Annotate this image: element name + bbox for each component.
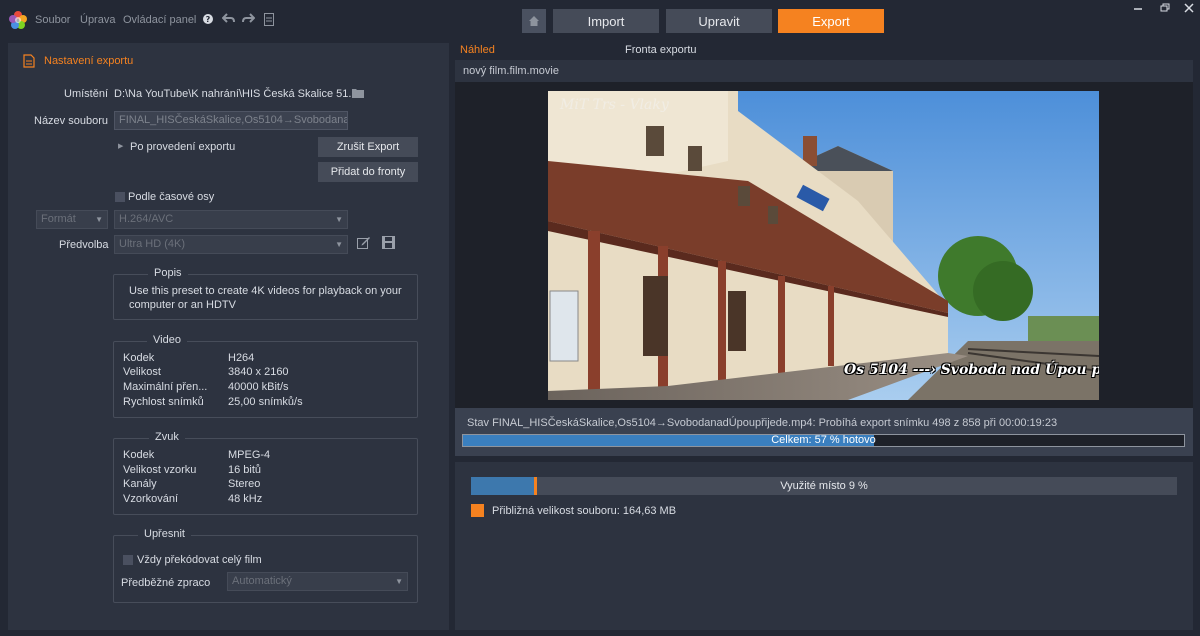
video-value: 25,00 snímků/s xyxy=(228,396,303,408)
preset-dropdown[interactable]: Ultra HD (4K) ▼ xyxy=(114,235,348,254)
minimize-icon[interactable] xyxy=(1133,3,1143,16)
refine-title: Upřesnit xyxy=(138,528,191,540)
location-label: Umístění xyxy=(64,88,109,100)
prerender-value: Automatický xyxy=(232,575,292,587)
audio-value: MPEG-4 xyxy=(228,449,271,461)
audio-value: 48 kHz xyxy=(228,493,263,505)
progress-label: Celkem: 57 % hotovo xyxy=(771,434,876,446)
video-key: Kodek xyxy=(123,352,155,364)
preview-frame: MiT Trs - Vlaky Os 5104 ---› Svoboda nad… xyxy=(548,91,1099,400)
file-size-label: Přibližná velikost souboru: 164,63 MB xyxy=(492,505,677,517)
tab-bar: Náhled Fronta exportu xyxy=(455,43,1193,59)
video-value: H264 xyxy=(228,352,255,364)
cancel-export-button[interactable]: Zrušit Export xyxy=(318,137,418,157)
add-to-queue-button[interactable]: Přidat do fronty xyxy=(318,162,418,182)
tab-export-queue[interactable]: Fronta exportu xyxy=(625,44,697,56)
import-button[interactable]: Import xyxy=(553,9,659,33)
prerender-dropdown[interactable]: Automatický ▼ xyxy=(227,572,408,591)
refine-box xyxy=(113,535,418,603)
video-value: 3840 x 2160 xyxy=(228,366,289,378)
chevron-down-icon: ▼ xyxy=(395,577,403,586)
watermark-text: MiT Trs - Vlaky xyxy=(560,97,669,113)
undo-icon[interactable] xyxy=(221,13,235,28)
filename-label: Název souboru xyxy=(34,115,108,127)
codec-value: H.264/AVC xyxy=(119,213,174,225)
export-settings-panel: Nastavení exportu Umístění D:\Na YouTube… xyxy=(8,43,449,630)
description-text: Use this preset to create 4K videos for … xyxy=(129,285,402,311)
save-preset-icon[interactable] xyxy=(382,236,395,252)
expand-arrow-icon[interactable]: ▶ xyxy=(118,142,123,150)
audio-value: 16 bitů xyxy=(228,464,262,476)
filename-input[interactable]: FINAL_HISČeskáSkalice,Os5104→Svobodanadl xyxy=(114,111,348,130)
after-export-label[interactable]: Po provedení exportu xyxy=(130,141,235,153)
video-preview: MiT Trs - Vlaky Os 5104 ---› Svoboda nad… xyxy=(455,82,1193,408)
caption-text: Os 5104 ---› Svoboda nad Úpou přijede. xyxy=(844,362,1099,378)
file-size-legend-swatch xyxy=(471,504,484,517)
export-status-bar: Stav FINAL_HISČeskáSkalice,Os5104→Svobod… xyxy=(455,408,1193,456)
export-settings-icon xyxy=(23,54,35,71)
close-icon[interactable] xyxy=(1184,3,1194,16)
location-value: D:\Na YouTube\K nahrání\HIS Česká Skalic… xyxy=(114,88,358,100)
export-settings-title: Nastavení exportu xyxy=(44,55,134,67)
menu-file[interactable]: Soubor xyxy=(35,14,70,26)
video-key: Velikost xyxy=(123,366,161,378)
description-title: Popis xyxy=(148,267,188,279)
chevron-down-icon: ▼ xyxy=(95,215,103,224)
timeline-checkbox[interactable] xyxy=(115,192,125,202)
restore-icon[interactable] xyxy=(1160,3,1170,16)
codec-dropdown[interactable]: H.264/AVC ▼ xyxy=(114,210,348,229)
chevron-down-icon: ▼ xyxy=(335,240,343,249)
disk-usage-panel: Využité místo 9 % Přibližná velikost sou… xyxy=(455,462,1193,630)
video-key: Maximální přen... xyxy=(123,381,208,393)
home-button[interactable] xyxy=(522,9,546,33)
video-title: Video xyxy=(147,334,187,346)
audio-key: Kanály xyxy=(123,478,157,490)
edit-button[interactable]: Upravit xyxy=(666,9,772,33)
audio-value: Stereo xyxy=(228,478,261,490)
video-value: 40000 kBit/s xyxy=(228,381,289,393)
preset-value: Ultra HD (4K) xyxy=(119,238,186,250)
preset-label: Předvolba xyxy=(59,239,109,251)
preview-panel: Náhled Fronta exportu nový film.film.mov… xyxy=(455,43,1193,630)
svg-text:?: ? xyxy=(206,15,211,24)
audio-key: Velikost vzorku xyxy=(123,464,197,476)
menu-edit[interactable]: Úprava xyxy=(80,14,115,26)
edit-preset-icon[interactable] xyxy=(357,236,371,252)
help-icon[interactable]: ? xyxy=(203,13,213,27)
prerender-label: Předběžné zpraco xyxy=(121,577,211,589)
menu-control-panel[interactable]: Ovládací panel xyxy=(123,14,196,26)
redo-icon[interactable] xyxy=(242,13,256,28)
status-text: Stav FINAL_HISČeskáSkalice,Os5104→Svobod… xyxy=(467,417,1058,429)
video-key: Rychlost snímků xyxy=(123,396,204,408)
timeline-label: Podle časové osy xyxy=(128,191,215,203)
export-progress-bar: Celkem: 57 % hotovo xyxy=(462,434,1185,447)
movie-name-bar: nový film.film.movie xyxy=(455,60,1193,82)
export-button[interactable]: Export xyxy=(778,9,884,33)
format-dropdown[interactable]: Formát ▼ xyxy=(36,210,108,229)
disk-usage-bar: Využité místo 9 % xyxy=(471,477,1177,495)
audio-title: Zvuk xyxy=(149,431,185,443)
document-icon[interactable] xyxy=(264,13,274,29)
chevron-down-icon: ▼ xyxy=(335,215,343,224)
movie-name: nový film.film.movie xyxy=(463,65,559,77)
tab-preview[interactable]: Náhled xyxy=(460,44,495,56)
disk-usage-label: Využité místo 9 % xyxy=(780,480,868,492)
station-scene-image xyxy=(548,91,1099,400)
app-logo-icon xyxy=(9,11,27,29)
audio-key: Kodek xyxy=(123,449,155,461)
audio-key: Vzorkování xyxy=(123,493,179,505)
home-icon xyxy=(529,16,539,26)
format-label: Formát xyxy=(41,213,76,225)
always-transcode-checkbox[interactable] xyxy=(123,555,133,565)
title-bar: Soubor Úprava Ovládací panel ? Import Up… xyxy=(0,0,1200,42)
folder-icon[interactable] xyxy=(352,88,364,101)
always-transcode-label: Vždy překódovat celý film xyxy=(137,554,262,566)
